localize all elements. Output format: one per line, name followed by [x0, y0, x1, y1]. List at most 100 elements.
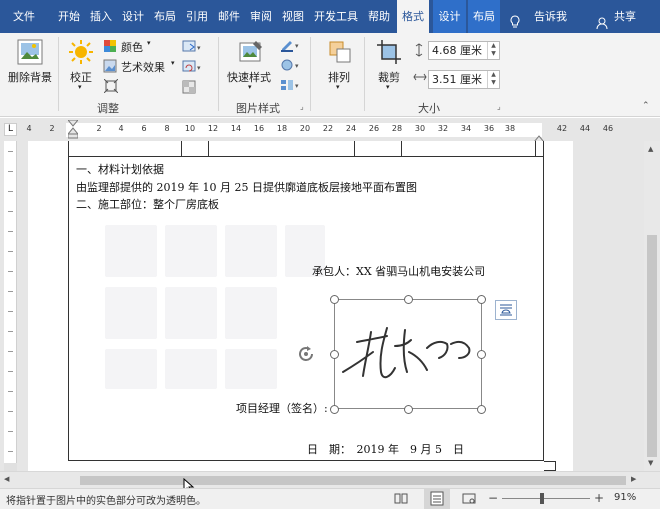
table-top-cells	[68, 141, 544, 157]
scroll-left-arrow-icon[interactable]: ◀	[4, 475, 9, 483]
compress-pictures-icon[interactable]	[103, 78, 119, 94]
read-mode-icon[interactable]	[394, 492, 408, 508]
tab-file[interactable]: 文件	[6, 0, 42, 33]
zoom-in-icon[interactable]: +	[594, 491, 604, 505]
vertical-ruler[interactable]	[4, 141, 17, 471]
resize-handle[interactable]	[330, 350, 339, 359]
chevron-down-icon: ▾	[248, 83, 252, 91]
ruler-number: 8	[164, 124, 170, 133]
height-spinner[interactable]: ▲ ▼	[487, 42, 499, 59]
bottom-cell	[544, 461, 556, 471]
tab-picture-format[interactable]: 格式	[397, 0, 429, 33]
resize-handle[interactable]	[477, 350, 486, 359]
quick-styles-button[interactable]: 快速样式 ▾	[226, 37, 276, 97]
tab-insert[interactable]: 插入	[87, 0, 115, 33]
width-icon	[413, 71, 427, 86]
width-field[interactable]: 3.51 厘米 ▲ ▼	[428, 70, 500, 89]
tab-review[interactable]: 审阅	[247, 0, 275, 33]
tab-design[interactable]: 设计	[119, 0, 147, 33]
scroll-up-arrow-icon[interactable]: ▲	[648, 145, 653, 153]
right-indent-marker[interactable]	[532, 132, 546, 143]
tab-developer[interactable]: 开发工具	[310, 0, 362, 33]
horizontal-ruler[interactable]: L 4 2 2 4 6 8 10 12 14 16 18 20 22 24 26 28 30 32 34 36 38 42…	[0, 118, 660, 143]
tab-home[interactable]: 开始	[55, 0, 83, 33]
transparency-icon[interactable]	[182, 80, 196, 94]
ruler-number: 28	[391, 124, 403, 133]
ruler-number: 2	[96, 124, 102, 133]
arrange-icon	[327, 39, 353, 68]
tell-me-box[interactable]: 告诉我	[508, 0, 574, 33]
tab-help[interactable]: 帮助	[364, 0, 394, 33]
svg-text:▾: ▾	[295, 82, 299, 90]
tab-table-layout[interactable]: 布局	[468, 0, 500, 33]
tab-view[interactable]: 视图	[279, 0, 307, 33]
dialog-launcher-icon[interactable]: ⌟	[497, 102, 501, 111]
color-palette-icon	[103, 39, 117, 56]
resize-handle[interactable]	[404, 405, 413, 414]
size-group-label: 大小	[418, 102, 440, 115]
doc-contractor[interactable]: 承包人：XX 省驷马山机电安装公司	[312, 263, 485, 279]
doc-line-1[interactable]: 一、材料计划依据	[76, 161, 164, 177]
artistic-effects-button[interactable]: 艺术效果 ▾	[103, 58, 181, 74]
svg-text:▾: ▾	[197, 44, 201, 52]
dialog-launcher-icon[interactable]: ⌟	[300, 102, 304, 111]
resize-handle[interactable]	[330, 405, 339, 414]
picture-border-icon[interactable]: ▾	[280, 38, 302, 52]
ruler-number: 22	[322, 124, 334, 133]
height-icon	[413, 43, 425, 60]
vertical-scrollbar[interactable]: ▲ ▼	[644, 141, 660, 471]
doc-date[interactable]: 日 期： 2019 年 9 月 5 日	[307, 441, 464, 457]
height-field[interactable]: 4.68 厘米 ▲ ▼	[428, 41, 500, 60]
doc-manager[interactable]: 项目经理（签名）:	[236, 400, 328, 416]
scroll-down-arrow-icon[interactable]: ▼	[648, 459, 653, 467]
layout-options-icon[interactable]	[495, 300, 517, 320]
change-picture-icon[interactable]: ▾	[182, 40, 204, 54]
handwritten-signature	[342, 327, 471, 379]
tab-layout[interactable]: 布局	[151, 0, 179, 33]
remove-background-icon	[17, 39, 43, 68]
remove-background-button[interactable]: 删除背景	[8, 37, 52, 87]
ruler-number: 6	[141, 124, 147, 133]
color-button[interactable]: 颜色 ▾	[103, 38, 173, 54]
scroll-thumb[interactable]	[80, 476, 626, 485]
picture-effects-icon[interactable]: ▾	[280, 58, 302, 72]
width-spinner[interactable]: ▲ ▼	[487, 71, 499, 88]
crop-button[interactable]: 裁剪 ▾	[372, 37, 406, 97]
tab-mailings[interactable]: 邮件	[215, 0, 243, 33]
tab-table-design[interactable]: 设计	[433, 0, 466, 33]
indent-marker[interactable]	[66, 119, 80, 140]
corrections-button[interactable]: 校正 ▾	[64, 37, 98, 97]
quick-styles-icon	[238, 39, 264, 68]
tab-selector-icon[interactable]: L	[4, 123, 17, 136]
doc-line-3[interactable]: 二、施工部位：整个厂房底板	[76, 196, 219, 212]
arrange-button[interactable]: 排列 ▾	[322, 37, 358, 97]
print-layout-icon[interactable]	[424, 489, 450, 509]
web-layout-icon[interactable]	[462, 492, 476, 508]
chevron-down-icon: ▾	[386, 83, 390, 91]
share-label: 共享	[614, 10, 636, 23]
scroll-right-arrow-icon[interactable]: ▶	[631, 475, 636, 483]
ruler-number: 36	[483, 124, 495, 133]
tab-references[interactable]: 引用	[183, 0, 211, 33]
share-button[interactable]: 共享	[594, 0, 644, 33]
resize-handle[interactable]	[330, 295, 339, 304]
zoom-level[interactable]: 91%	[614, 492, 636, 503]
ruler-number: 42	[556, 124, 568, 133]
resize-handle[interactable]	[404, 295, 413, 304]
signature-image[interactable]	[330, 295, 486, 414]
adjust-group-label: 调整	[97, 102, 119, 115]
ruler-number: 20	[299, 124, 311, 133]
doc-line-2[interactable]: 由监理部提供的 2019 年 10 月 25 日提供廓道底板层接地平面布置图	[76, 179, 417, 195]
reset-picture-icon[interactable]: ▾	[182, 60, 204, 74]
zoom-out-icon[interactable]: −	[488, 491, 498, 505]
ruler-number: 30	[414, 124, 426, 133]
horizontal-scrollbar[interactable]: ◀ ▶	[0, 471, 660, 488]
resize-handle[interactable]	[477, 295, 486, 304]
zoom-slider[interactable]	[502, 493, 590, 504]
collapse-ribbon-icon[interactable]: ⌃	[642, 101, 650, 111]
picture-layout-icon[interactable]: ▾	[280, 78, 302, 92]
zoom-slider-thumb[interactable]	[540, 493, 544, 504]
resize-handle[interactable]	[477, 405, 486, 414]
rotate-handle-icon[interactable]	[296, 344, 316, 364]
scroll-thumb[interactable]	[647, 235, 657, 457]
